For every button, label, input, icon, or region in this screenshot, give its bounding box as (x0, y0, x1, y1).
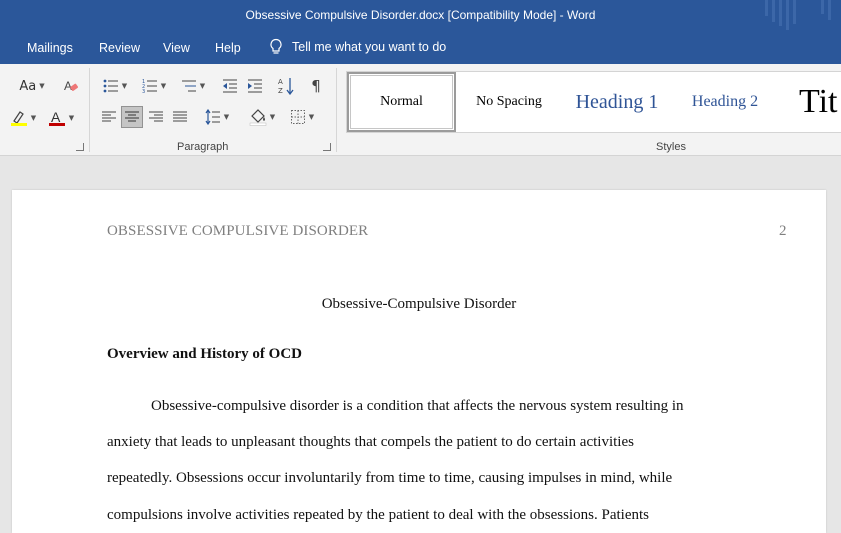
styles-gallery: Normal No Spacing Heading 1 Heading 2 Ti… (346, 71, 841, 133)
body-line: compulsions involve activities repeated … (107, 507, 649, 523)
body-line: Obsessive-compulsive disorder is a condi… (151, 398, 684, 414)
pilcrow-icon: ¶ (311, 77, 321, 95)
ribbon-tab-bar: Mailings Review View Help Tell me what y… (0, 33, 841, 64)
tab-mailings[interactable]: Mailings (27, 41, 73, 55)
chevron-down-icon: ▼ (30, 114, 37, 122)
clear-formatting-icon: A (64, 79, 79, 93)
chevron-down-icon: ▼ (68, 114, 75, 122)
title-bar-decoration (765, 0, 831, 30)
style-heading-1-label: Heading 1 (575, 90, 659, 113)
section-heading: Overview and History of OCD (107, 346, 302, 362)
paint-bucket-icon (249, 109, 267, 126)
document-page[interactable]: OBSESSIVE COMPULSIVE DISORDER 2 Obsessiv… (12, 190, 826, 533)
align-right-button[interactable] (145, 106, 167, 128)
running-header: OBSESSIVE COMPULSIVE DISORDER (107, 223, 369, 239)
svg-text:A: A (51, 109, 61, 125)
paragraph-dialog-launcher[interactable] (323, 143, 331, 151)
document-title: Obsessive-Compulsive Disorder (321, 296, 517, 312)
style-heading-2[interactable]: Heading 2 (677, 72, 773, 132)
borders-icon (290, 110, 305, 124)
change-case-button[interactable]: Aa ▼ (15, 76, 49, 96)
title-bar: Obsessive Compulsive Disorder.docx [Comp… (0, 0, 841, 33)
window-title: Obsessive Compulsive Disorder.docx [Comp… (245, 8, 596, 22)
group-separator (89, 68, 90, 152)
bullets-button[interactable]: ▼ (98, 76, 132, 96)
decrease-indent-icon (223, 79, 237, 93)
align-center-icon (125, 111, 139, 122)
style-no-spacing[interactable]: No Spacing (459, 72, 559, 132)
font-color-button[interactable]: A ▼ (44, 107, 78, 129)
tab-review[interactable]: Review (99, 41, 140, 55)
sort-icon: A Z (278, 78, 294, 95)
increase-indent-icon (248, 79, 262, 93)
style-normal-label: Normal (380, 94, 423, 109)
chevron-down-icon: ▼ (160, 82, 167, 90)
align-left-button[interactable] (98, 106, 120, 128)
numbering-icon: 1 2 3 (142, 79, 157, 94)
multilevel-list-button[interactable]: ▼ (176, 76, 210, 96)
font-color-icon: A (48, 109, 65, 126)
show-hide-marks-button[interactable]: ¶ (305, 76, 327, 96)
align-left-icon (102, 111, 116, 122)
line-spacing-icon (205, 109, 220, 125)
chevron-down-icon: ▼ (223, 113, 230, 121)
svg-text:Z: Z (278, 87, 283, 95)
justify-icon (173, 111, 187, 122)
sort-button[interactable]: A Z (275, 76, 297, 96)
style-title[interactable]: Tit (781, 72, 841, 132)
bullets-icon (103, 79, 118, 93)
style-heading-2-label: Heading 2 (691, 93, 759, 110)
style-title-label: Tit (799, 83, 838, 120)
paragraph-group-label: Paragraph (177, 141, 229, 153)
align-center-button[interactable] (121, 106, 143, 128)
borders-button[interactable]: ▼ (285, 106, 319, 128)
numbering-button[interactable]: 1 2 3 ▼ (137, 76, 171, 96)
highlighter-icon (10, 111, 27, 126)
svg-text:A: A (278, 78, 283, 86)
chevron-down-icon: ▼ (308, 113, 315, 121)
multilevel-list-icon (181, 80, 196, 92)
style-normal[interactable]: Normal (347, 72, 456, 132)
chevron-down-icon: ▼ (39, 82, 45, 90)
tab-view[interactable]: View (163, 41, 190, 55)
text-highlight-color-button[interactable]: ▼ (6, 107, 40, 129)
decrease-indent-button[interactable] (219, 76, 241, 96)
chevron-down-icon: ▼ (121, 82, 128, 90)
svg-text:A: A (64, 79, 72, 93)
font-dialog-launcher[interactable] (76, 143, 84, 151)
group-separator (336, 68, 337, 152)
chevron-down-icon: ▼ (199, 82, 206, 90)
body-line: anxiety that leads to unpleasant thought… (107, 434, 634, 450)
tab-help[interactable]: Help (215, 41, 241, 55)
page-number: 2 (779, 223, 787, 239)
justify-button[interactable] (169, 106, 191, 128)
increase-indent-button[interactable] (244, 76, 266, 96)
align-right-icon (149, 111, 163, 122)
change-case-label: Aa (19, 78, 37, 94)
svg-text:3: 3 (142, 89, 145, 94)
tell-me-label: Tell me what you want to do (292, 40, 447, 54)
chevron-down-icon: ▼ (269, 113, 276, 121)
tell-me-search[interactable]: Tell me what you want to do (268, 38, 446, 56)
shading-button[interactable]: ▼ (245, 106, 279, 128)
lightbulb-icon (270, 38, 282, 54)
style-heading-1[interactable]: Heading 1 (563, 72, 671, 132)
styles-group-label: Styles (656, 141, 686, 153)
body-line: repeatedly. Obsessions occur involuntari… (107, 470, 673, 486)
clear-formatting-button[interactable]: A (60, 76, 82, 96)
ribbon: Aa ▼ A ▼ A ▼ ▼ 1 2 3 ▼ ▼ A Z ¶ ▼ ▼ ▼ Par… (0, 64, 841, 156)
style-no-spacing-label: No Spacing (476, 94, 542, 109)
line-spacing-button[interactable]: ▼ (200, 106, 234, 128)
